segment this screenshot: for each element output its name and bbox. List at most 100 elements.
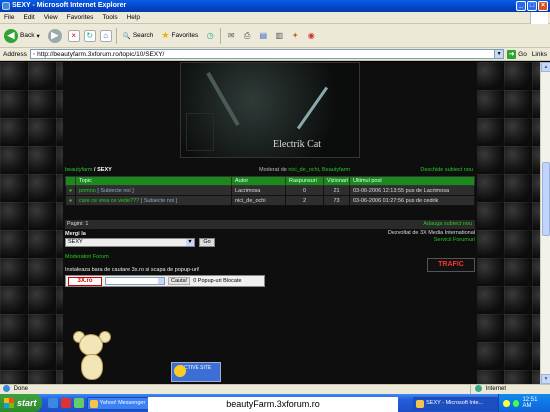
scroll-down-icon[interactable]: ▼ [541,374,550,384]
menu-edit[interactable]: Edit [23,14,34,21]
close-button[interactable]: × [538,1,548,11]
menu-help[interactable]: Help [127,14,140,21]
caption-overlay: beautyFarm.3xforum.ro [148,397,398,412]
task-ie-window[interactable]: SEXY - Microsoft Inte... [413,396,499,410]
menu-file[interactable]: File [4,14,14,21]
forum-page: Electrik Cat beautyfarm / SEXY Moderat d… [63,62,477,384]
print-icon[interactable]: ⎙ [241,30,253,42]
topic-last-post: 03-06-2006 12:13:55 pus de Lacrimosa [349,185,475,196]
topic-cell: care ce vrea ce vede??? [ Subiecte noi ] [75,195,232,206]
powered-line: Dezvoltat de 3X Media International [387,230,475,236]
address-input[interactable]: ▫ http://beautyfarm.3xforum.ro/topic/10/… [29,49,505,59]
task-yahoo-messenger[interactable]: Yahoo! Messenger [86,396,154,410]
install-notice[interactable]: Instaleaza bara de cautare 3x.ro si scap… [65,267,200,273]
topic-link[interactable]: care ce vrea ce vede??? [79,198,139,204]
zone-label: Internet [485,386,507,393]
back-button[interactable]: ◀ Back ▾ [2,27,42,45]
address-url: http://beautyfarm.3xforum.ro/topic/10/SE… [37,50,165,58]
mascot-head [79,334,103,356]
address-label: Address [3,50,27,58]
search-logo: 3X.ro [68,276,102,286]
window-title: SEXY - Microsoft Internet Explorer [12,2,127,9]
desktop-quicklaunch-icon[interactable] [73,398,84,408]
ie-quicklaunch-icon[interactable] [47,398,58,408]
start-button[interactable]: start [0,394,42,412]
col-replies: Raspunsuri [285,176,324,186]
tray-icon[interactable] [512,399,520,407]
moderators-forum-link[interactable]: Moderatori Forum [65,254,109,260]
favorites-label: Favorites [171,32,199,39]
history-icon[interactable]: ◷ [204,30,216,42]
col-topic: Topic [75,176,232,186]
pages-value[interactable]: 1 [85,221,88,227]
go-button[interactable]: ➜ Go [507,49,529,59]
search-icon: 🔍 [122,32,131,40]
topic-replies: 0 [285,185,324,196]
mascot-body [81,354,103,380]
breadcrumb-row: beautyfarm / SEXY Moderat de nici_de_och… [65,167,475,175]
jump-to: Mergi la [65,231,86,237]
search-input[interactable] [105,277,165,285]
forward-button[interactable]: ▶ [46,27,64,45]
app-quicklaunch-icon[interactable] [60,398,71,408]
tray-icon[interactable] [503,399,510,407]
refresh-icon[interactable]: ↻ [83,29,96,42]
start-label: start [17,398,37,408]
topic-pages[interactable]: [ Subiecte noi ] [97,188,133,194]
search-submit-button[interactable]: Cauta! [168,277,191,285]
menu-tools[interactable]: Tools [102,14,117,21]
vertical-scrollbar[interactable]: ▲ ▼ [540,62,550,384]
trafic-logo[interactable]: TRAFIC [427,258,475,272]
favorites-button[interactable]: ★ Favorites [159,27,200,45]
topic-replies: 2 [285,195,324,206]
toolbar-separator [115,27,117,44]
menu-view[interactable]: View [44,14,58,21]
toolbar: ◀ Back ▾ ▶ × ↻ ⌂ 🔍 Search ★ Favorites ◷ … [0,24,550,48]
address-bar: Address ▫ http://beautyfarm.3xforum.ro/t… [0,48,550,61]
breadcrumb-forum[interactable]: beautyfarm [65,167,93,173]
new-topic-link[interactable]: Deschide subiect nou [420,167,473,173]
quick-launch [42,398,84,408]
links-label[interactable]: Links [532,51,550,58]
mail-icon[interactable]: ✉ [225,30,237,42]
security-zone: Internet [470,385,550,395]
topics-table: Topic Autor Raspunsuri Vizionari Ultimul… [65,176,475,206]
moderators-links[interactable]: nici_de_ochi, Beautyfarm [288,167,350,173]
menu-favorites[interactable]: Favorites [67,14,94,21]
ie-icon [2,2,10,10]
jump-value: SEXY [68,239,83,245]
active-site-badge[interactable]: ACTIVE SITE [171,362,221,382]
minimize-button[interactable]: _ [516,1,526,11]
topic-pages[interactable]: [ Subiecte noi ] [141,198,177,204]
address-dropdown-icon[interactable]: ▼ [494,50,504,58]
topic-link[interactable]: pomno [79,188,96,194]
status-text: Done [13,386,29,393]
topic-views: 73 [323,195,350,206]
page-status-icon [3,385,10,392]
services-link[interactable]: Servicii Forumuri [388,237,475,244]
topic-views: 21 [323,185,350,196]
col-author: Autor [231,176,286,186]
edit-icon[interactable]: ▤ [257,30,269,42]
research-icon[interactable]: ◉ [305,30,317,42]
moderated-label: Moderat de [259,167,287,173]
maximize-button[interactable]: □ [527,1,537,11]
star-icon: ★ [161,30,170,40]
topic-last-post: 03-06-2006 01:27:56 pus de cedrik [349,195,475,206]
stop-icon[interactable]: × [67,29,80,42]
jump-go-button[interactable]: Go [199,238,215,247]
window-controls: _ □ × [516,1,548,11]
home-icon[interactable]: ⌂ [99,29,112,42]
search-button[interactable]: 🔍 Search [121,27,156,45]
messenger-icon[interactable]: ✦ [289,30,301,42]
mascot-mouse [71,331,111,384]
discuss-icon[interactable]: ▥ [273,30,285,42]
jump-select[interactable]: SEXY ▼ [65,238,195,247]
topic-author: Lacrimosa [231,185,286,196]
scroll-thumb[interactable] [542,162,550,236]
go-label: Go [518,50,527,58]
forum-banner: Electrik Cat [180,62,360,158]
add-topic-link[interactable]: Adauga subiect nou [423,220,472,229]
col-views: Vizionari [323,176,350,186]
scroll-up-icon[interactable]: ▲ [541,62,550,72]
